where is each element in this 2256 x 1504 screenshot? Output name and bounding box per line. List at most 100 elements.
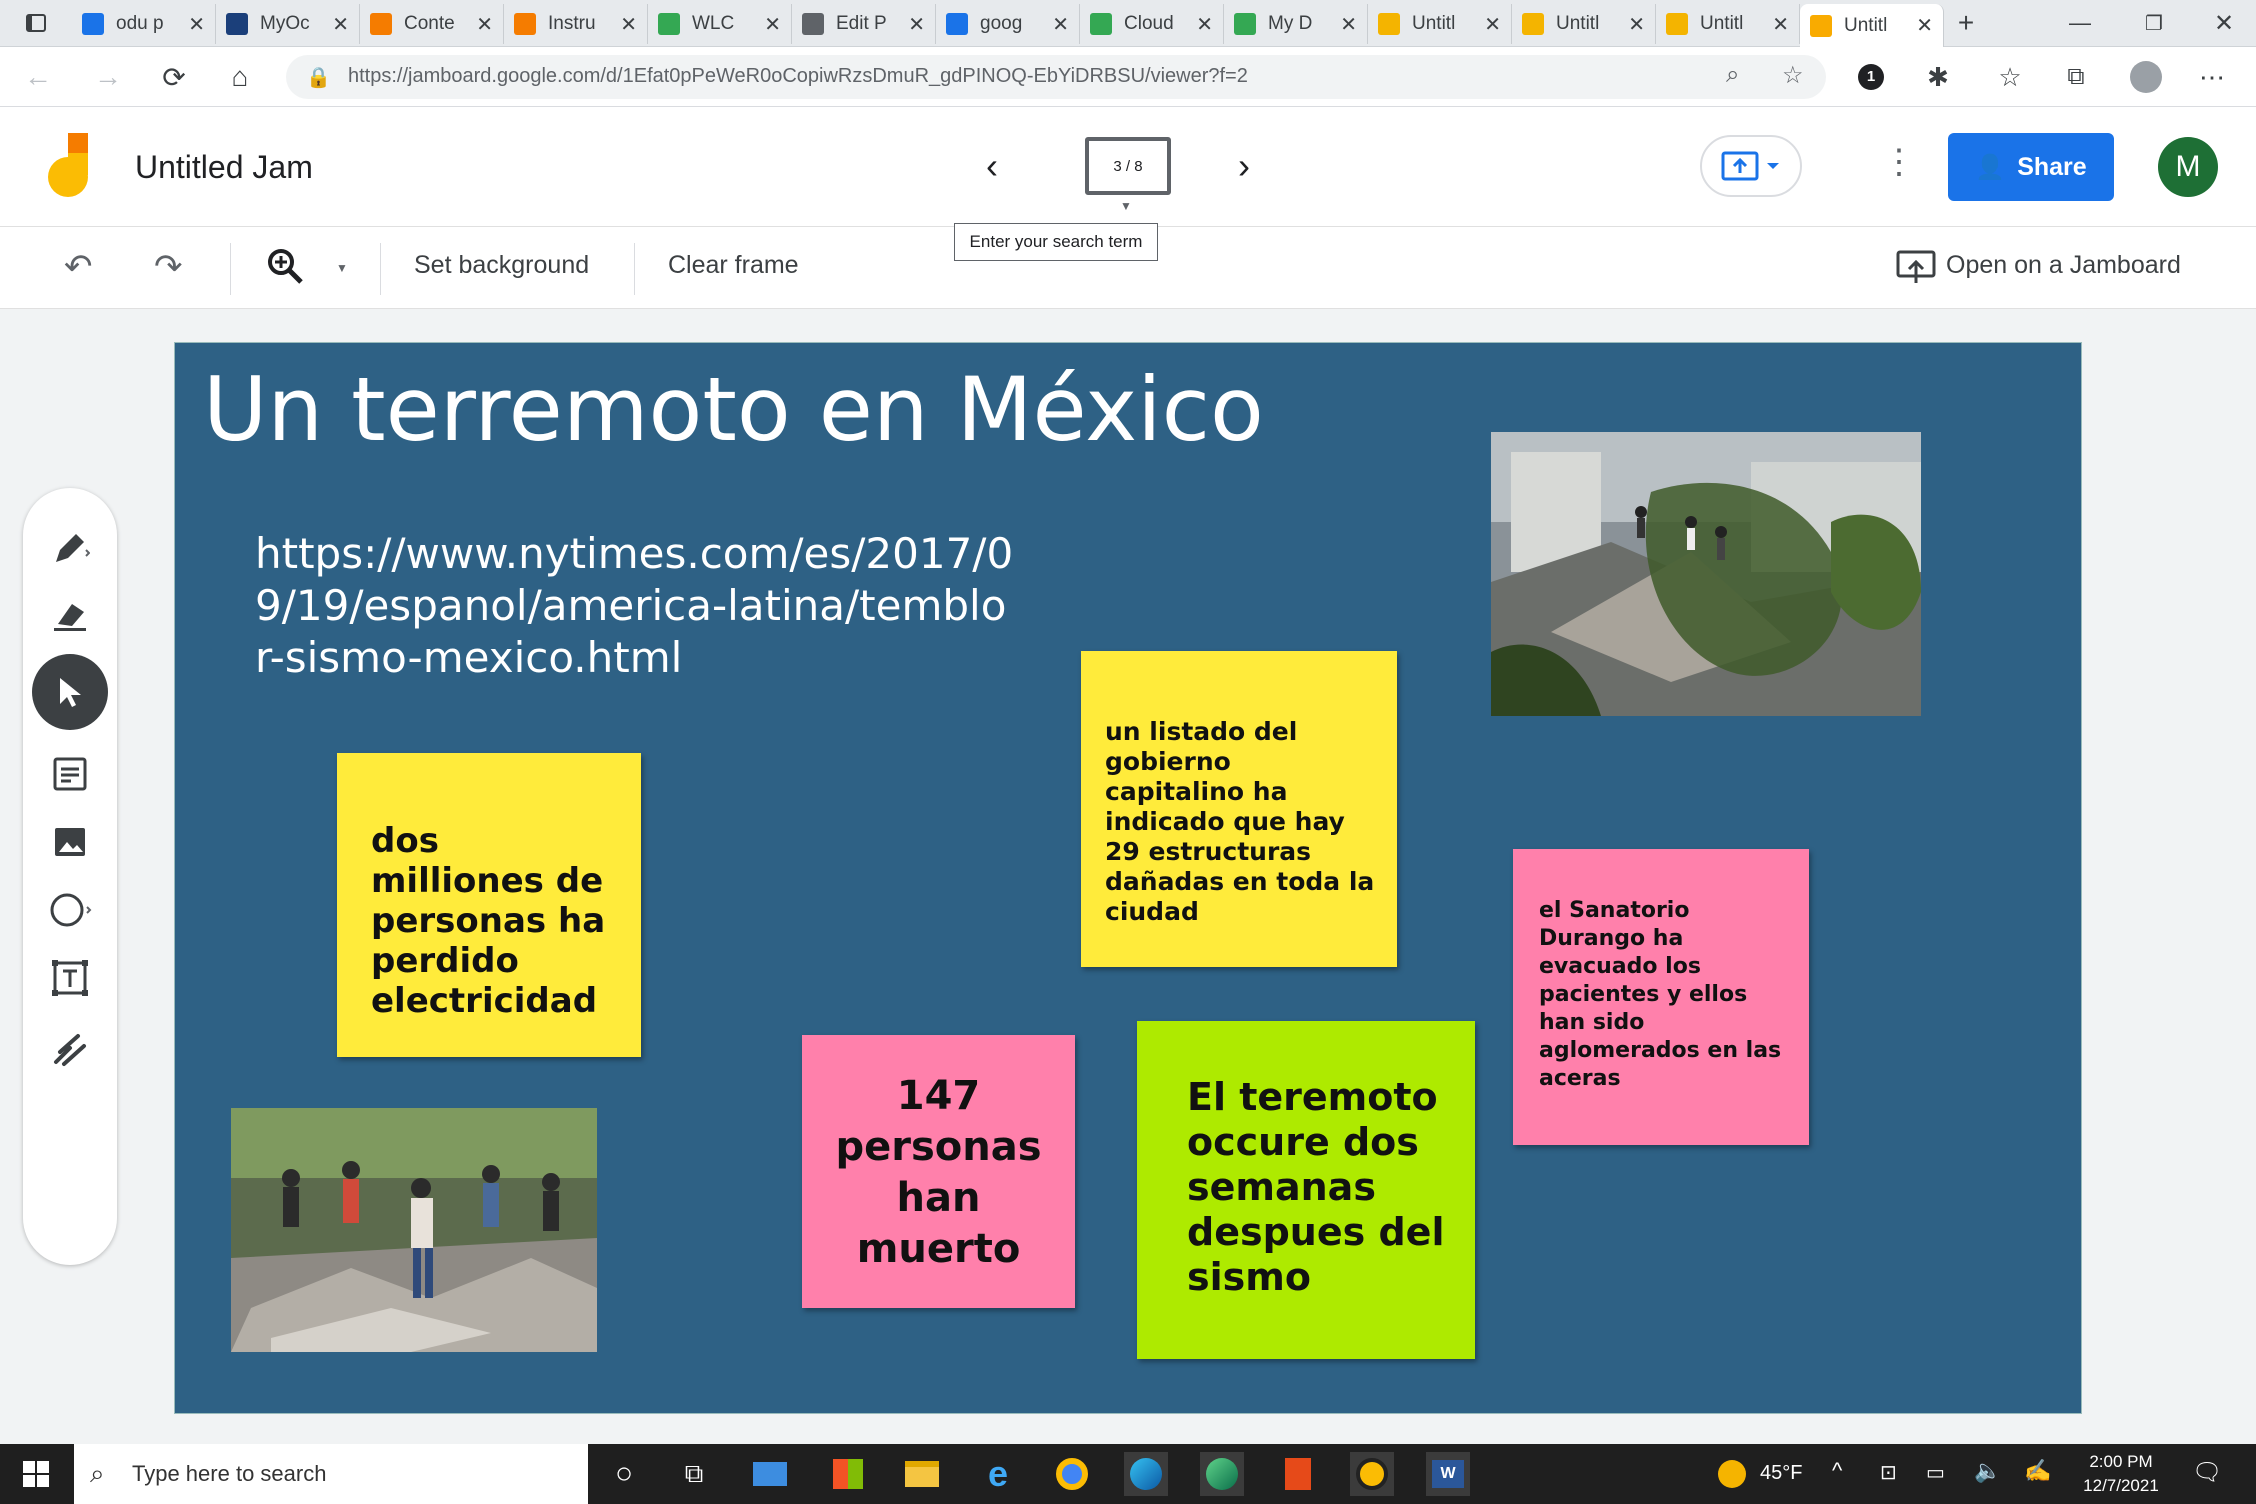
jamboard-logo-icon[interactable] <box>44 133 94 199</box>
laser-tool-icon[interactable] <box>40 1018 100 1078</box>
browser-tab[interactable]: Instru ✕ <box>504 4 648 44</box>
volume-icon[interactable]: 🔈 <box>1974 1458 2001 1484</box>
close-tab-icon[interactable]: ✕ <box>1484 12 1501 37</box>
store-icon[interactable] <box>826 1452 870 1496</box>
collections-icon[interactable]: ⧉ <box>2056 57 2096 97</box>
weather-sun-icon[interactable] <box>1718 1460 1746 1488</box>
office-icon[interactable] <box>1276 1452 1320 1496</box>
previous-frame-icon[interactable]: ‹ <box>986 145 998 187</box>
browser-tab[interactable]: My D ✕ <box>1224 4 1368 44</box>
browser-tab[interactable]: goog ✕ <box>936 4 1080 44</box>
avatar[interactable]: M <box>2158 137 2218 197</box>
favorites-icon[interactable]: ☆ <box>1990 57 2030 97</box>
close-tab-icon[interactable]: ✕ <box>1772 12 1789 37</box>
close-tab-icon[interactable]: ✕ <box>620 12 637 37</box>
select-tool-icon[interactable] <box>32 654 108 730</box>
windows-start-icon[interactable] <box>14 1452 58 1496</box>
frame-url-text[interactable]: https://www.nytimes.com/es/2017/09/19/es… <box>255 528 1015 684</box>
close-tab-icon[interactable]: ✕ <box>908 12 925 37</box>
close-tab-icon[interactable]: ✕ <box>476 12 493 37</box>
tab-actions-icon[interactable] <box>16 3 56 43</box>
sticky-note[interactable]: un listado del gobierno capitalino ha in… <box>1081 651 1397 967</box>
redo-icon[interactable]: ↷ <box>154 247 183 287</box>
restore-button[interactable]: ❐ <box>2134 3 2174 43</box>
image-tool-icon[interactable] <box>40 812 100 872</box>
sticky-note[interactable]: El teremoto occure dos semanas despues d… <box>1137 1021 1475 1359</box>
jam-title[interactable]: Untitled Jam <box>135 149 313 186</box>
sticky-note[interactable]: dos milliones de personas ha perdido ele… <box>337 753 641 1057</box>
favorite-star-icon[interactable]: ☆ <box>1782 61 1804 90</box>
forward-icon[interactable]: → <box>88 57 128 97</box>
edge-dev-icon[interactable] <box>1200 1452 1244 1496</box>
extensions-puzzle-icon[interactable]: ✱ <box>1918 57 1958 97</box>
extension-badge[interactable]: 1 <box>1858 64 1884 90</box>
close-window-button[interactable]: ✕ <box>2204 3 2244 43</box>
mail-icon[interactable] <box>748 1452 792 1496</box>
open-on-jamboard-icon[interactable] <box>1896 249 1936 292</box>
tray-device-icon[interactable]: ⊡ <box>1880 1460 1897 1485</box>
norton-icon[interactable] <box>1350 1452 1394 1496</box>
browser-tab[interactable]: Edit P ✕ <box>792 4 936 44</box>
undo-icon[interactable]: ↶ <box>64 247 93 287</box>
browser-tab[interactable]: Untitl ✕ <box>1800 4 1944 47</box>
jam-canvas[interactable]: Un terremoto en México https://www.nytim… <box>174 342 2082 1414</box>
back-icon[interactable]: ← <box>18 57 58 97</box>
battery-icon[interactable]: ▭ <box>1926 1460 1945 1485</box>
word-icon[interactable]: W <box>1426 1452 1470 1496</box>
frame-title[interactable]: Un terremoto en México <box>203 358 1264 461</box>
browser-tab[interactable]: Conte ✕ <box>360 4 504 44</box>
close-tab-icon[interactable]: ✕ <box>1052 12 1069 37</box>
internet-explorer-icon[interactable]: e <box>976 1452 1020 1496</box>
tray-chevron-icon[interactable]: ^ <box>1832 1458 1842 1484</box>
zoom-dropdown-icon[interactable]: ▼ <box>336 261 348 275</box>
pen-workspace-icon[interactable]: ✍ <box>2024 1458 2051 1484</box>
pen-tool-icon[interactable] <box>40 518 100 578</box>
task-view-icon[interactable]: ⧉ <box>672 1452 716 1496</box>
minimize-button[interactable]: — <box>2060 3 2100 43</box>
chrome-icon[interactable] <box>1050 1452 1094 1496</box>
zoom-in-icon[interactable] <box>266 247 304 290</box>
notifications-icon[interactable]: 🗨 <box>2192 1458 2222 1487</box>
browser-tab[interactable]: Untitl ✕ <box>1656 4 1800 44</box>
text-box-tool-icon[interactable] <box>40 948 100 1008</box>
more-options-icon[interactable]: ⋮ <box>1882 145 1916 179</box>
share-button[interactable]: 👤 Share <box>1948 133 2114 201</box>
cortana-icon[interactable]: ○ <box>602 1452 646 1496</box>
close-tab-icon[interactable]: ✕ <box>332 12 349 37</box>
close-tab-icon[interactable]: ✕ <box>1628 12 1645 37</box>
weather-temp[interactable]: 45°F <box>1760 1462 1802 1485</box>
address-bar[interactable]: 🔒 https://jamboard.google.com/d/1Efat0pP… <box>286 55 1826 99</box>
frame-dropdown-icon[interactable]: ▼ <box>1120 199 1132 213</box>
close-tab-icon[interactable]: ✕ <box>1340 12 1357 37</box>
set-background-button[interactable]: Set background <box>414 251 589 280</box>
open-on-jamboard-button[interactable]: Open on a Jamboard <box>1946 251 2181 280</box>
file-explorer-icon[interactable] <box>900 1452 944 1496</box>
taskbar-search[interactable]: ⌕ Type here to search <box>74 1444 588 1504</box>
browser-tab[interactable]: Untitl ✕ <box>1368 4 1512 44</box>
browser-tab[interactable]: MyOc ✕ <box>216 4 360 44</box>
collapsed-building-photo[interactable] <box>1491 432 1921 716</box>
new-tab-button[interactable]: + <box>1946 3 1986 43</box>
clear-frame-button[interactable]: Clear frame <box>668 251 799 280</box>
more-menu-icon[interactable]: ⋯ <box>2192 57 2232 97</box>
shape-tool-icon[interactable] <box>40 880 100 940</box>
close-tab-icon[interactable]: ✕ <box>1196 12 1213 37</box>
rescuers-rubble-photo[interactable] <box>231 1108 597 1352</box>
profile-icon[interactable] <box>2126 57 2166 97</box>
taskbar-clock[interactable]: 2:00 PM 12/7/2021 <box>2066 1450 2176 1498</box>
sticky-note-tool-icon[interactable] <box>40 744 100 804</box>
zoom-icon[interactable]: ⌕ <box>1726 61 1739 89</box>
eraser-tool-icon[interactable] <box>40 586 100 646</box>
browser-tab[interactable]: Cloud ✕ <box>1080 4 1224 44</box>
reload-icon[interactable]: ⟳ <box>154 57 194 97</box>
home-icon[interactable]: ⌂ <box>220 57 260 97</box>
close-tab-icon[interactable]: ✕ <box>1916 13 1933 38</box>
next-frame-icon[interactable]: › <box>1238 145 1250 187</box>
edge-icon[interactable] <box>1124 1452 1168 1496</box>
browser-tab[interactable]: WLC ✕ <box>648 4 792 44</box>
browser-tab[interactable]: odu p ✕ <box>72 4 216 44</box>
frame-navigator[interactable]: 3 / 8 <box>1085 137 1171 195</box>
close-tab-icon[interactable]: ✕ <box>764 12 781 37</box>
sticky-note[interactable]: el Sanatorio Durango ha evacuado los pac… <box>1513 849 1809 1145</box>
present-button[interactable] <box>1700 135 1802 197</box>
